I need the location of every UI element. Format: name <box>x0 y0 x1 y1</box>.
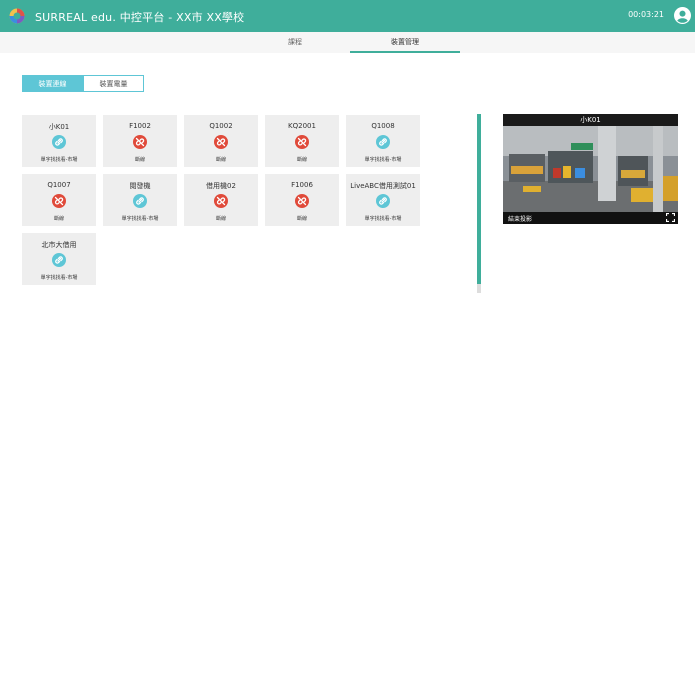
device-name: KQ2001 <box>288 122 316 130</box>
device-status: 斷線 <box>215 157 226 163</box>
fullscreen-icon[interactable] <box>666 213 675 222</box>
device-status: 單字找找看-市場 <box>364 157 402 163</box>
device-card[interactable]: F1006 斷線 <box>265 174 339 226</box>
scrollbar-thumb[interactable] <box>477 114 481 284</box>
device-card[interactable]: 借用機02 斷線 <box>184 174 258 226</box>
device-subtabs: 裝置連線 裝置電量 <box>22 75 144 92</box>
device-name: LiveABC借用測試01 <box>350 182 416 190</box>
device-card[interactable]: KQ2001 斷線 <box>265 115 339 167</box>
connected-link-icon <box>376 135 390 149</box>
main-tabs: 課程 裝置管理 <box>0 32 695 53</box>
device-card[interactable]: 閱發機單字找找看-市場 <box>103 174 177 226</box>
device-name: 北市大借用 <box>41 241 77 249</box>
device-name: F1006 <box>291 181 313 189</box>
connected-link-icon <box>376 194 390 208</box>
device-status: 斷線 <box>296 157 307 163</box>
end-projection-button[interactable]: 結束投影 <box>508 214 532 223</box>
device-status: 單字找找看-市場 <box>121 216 159 222</box>
surreal-logo-icon <box>9 8 25 24</box>
device-name: Q1002 <box>209 122 233 130</box>
subtab-device-battery[interactable]: 裝置電量 <box>83 75 144 92</box>
device-name: F1002 <box>129 122 151 130</box>
device-status: 單字找找看-市場 <box>364 216 402 222</box>
device-name: Q1007 <box>47 181 71 189</box>
disconnected-link-icon <box>52 194 66 208</box>
device-preview-panel: 小K01 結束投影 <box>503 114 678 224</box>
device-status: 斷線 <box>53 216 64 222</box>
tab-courses[interactable]: 課程 <box>235 32 355 53</box>
device-card[interactable]: LiveABC借用測試01 單字找找看-市場 <box>346 174 420 226</box>
device-name: 借用機02 <box>206 182 236 190</box>
vr-market-scene-image <box>503 126 678 212</box>
session-clock: 00:03:21 <box>628 10 664 19</box>
user-avatar-icon[interactable] <box>674 7 691 24</box>
device-name: 小K01 <box>48 123 70 131</box>
preview-device-name: 小K01 <box>503 114 678 126</box>
device-card[interactable]: Q1007 斷線 <box>22 174 96 226</box>
disconnected-link-icon <box>295 135 309 149</box>
device-status: 斷線 <box>134 157 145 163</box>
subtab-device-connection[interactable]: 裝置連線 <box>22 75 83 92</box>
device-status: 斷線 <box>296 216 307 222</box>
disconnected-link-icon <box>214 135 228 149</box>
disconnected-link-icon <box>295 194 309 208</box>
disconnected-link-icon <box>214 194 228 208</box>
tab-device-management[interactable]: 裝置管理 <box>350 32 460 53</box>
connected-link-icon <box>52 135 66 149</box>
connected-link-icon <box>52 253 66 267</box>
top-bar: SURREAL edu. 中控平台 - XX市 XX學校 00:03:21 <box>0 0 695 32</box>
device-status: 單字找找看-市場 <box>40 157 78 163</box>
device-card[interactable]: 小K01 單字找找看-市場 <box>22 115 96 167</box>
device-card[interactable]: Q1002 斷線 <box>184 115 258 167</box>
device-card[interactable]: 北市大借用單字找找看-市場 <box>22 233 96 285</box>
device-status: 斷線 <box>215 216 226 222</box>
device-name: Q1008 <box>371 122 395 130</box>
device-list-scrollbar[interactable] <box>477 114 481 293</box>
device-card[interactable]: Q1008 單字找找看-市場 <box>346 115 420 167</box>
device-status: 單字找找看-市場 <box>40 275 78 281</box>
connected-link-icon <box>133 194 147 208</box>
device-card[interactable]: F1002 斷線 <box>103 115 177 167</box>
app-title: SURREAL edu. 中控平台 - XX市 XX學校 <box>35 11 245 24</box>
device-name: 閱發機 <box>129 182 151 190</box>
disconnected-link-icon <box>133 135 147 149</box>
